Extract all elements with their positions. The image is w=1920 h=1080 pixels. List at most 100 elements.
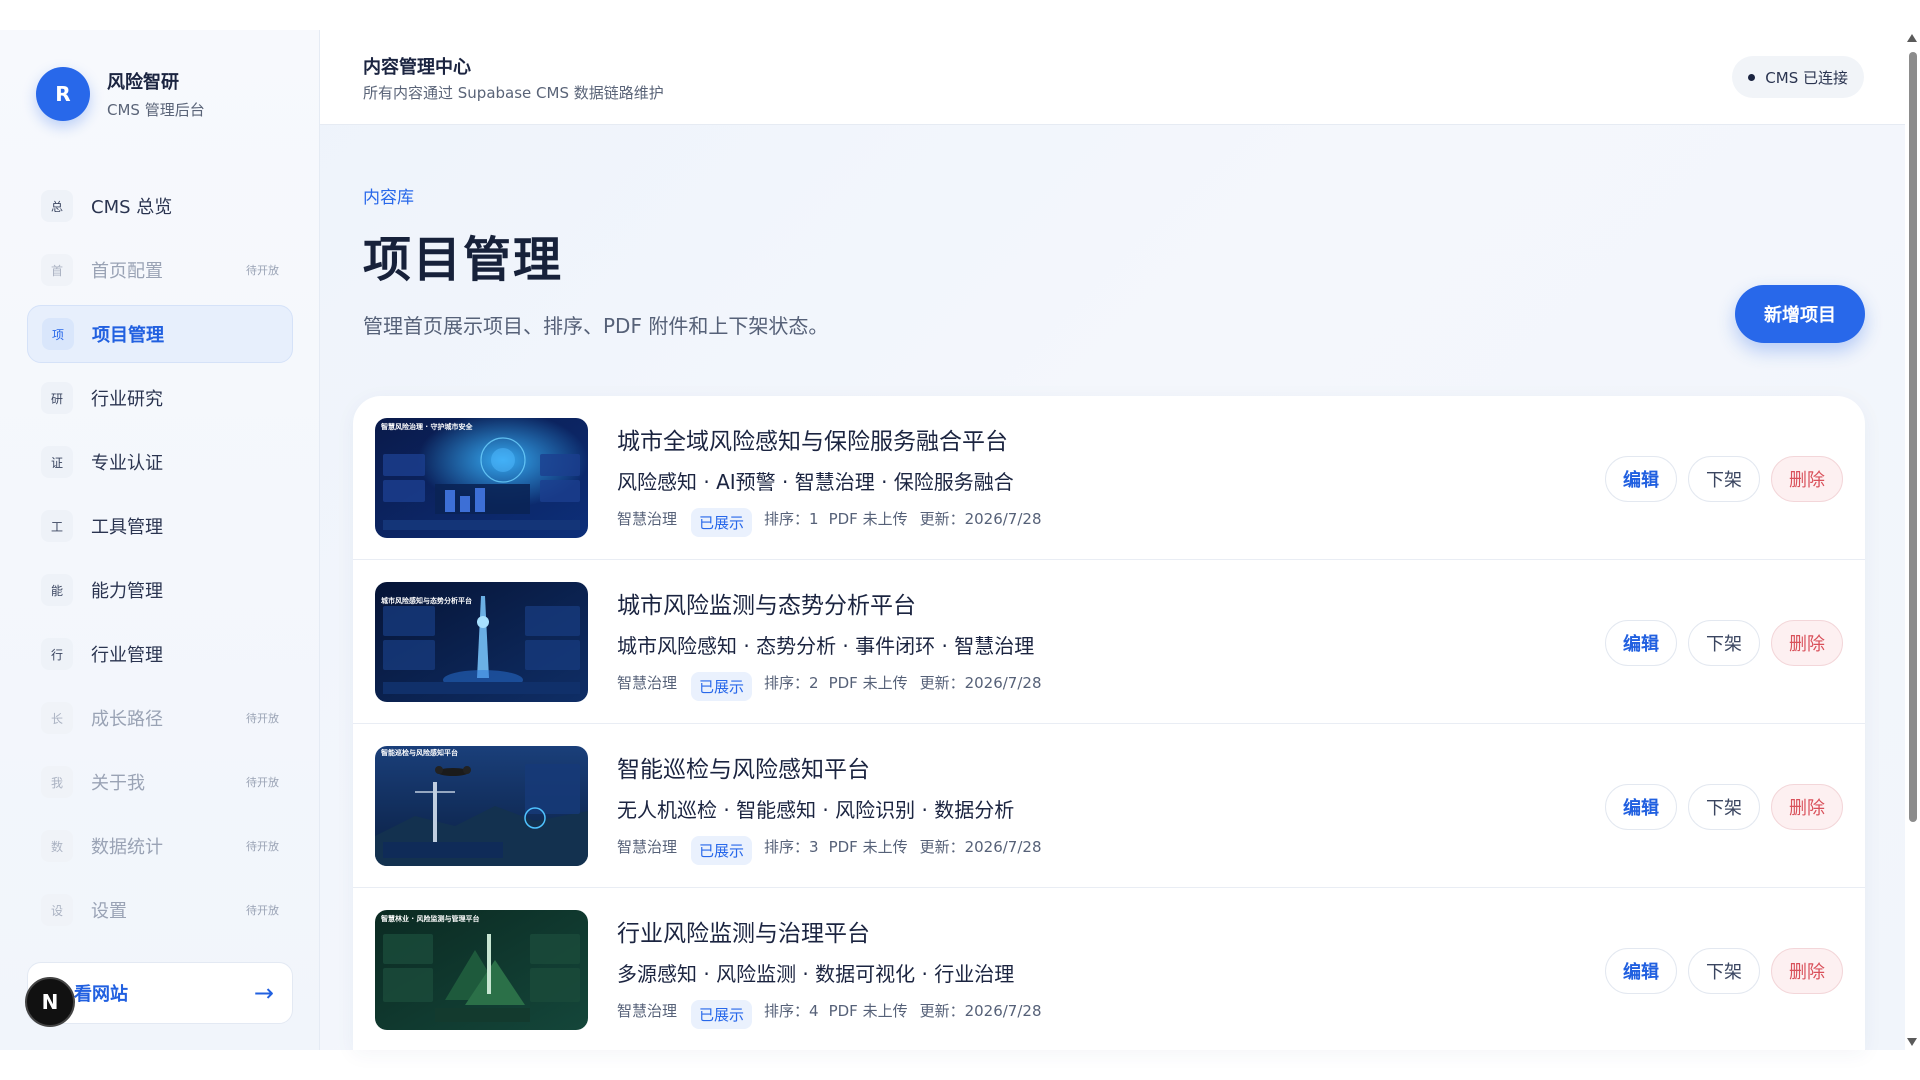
thumbnail-caption: 智慧林业 · 风险监测与管理平台 (381, 915, 480, 923)
project-tags: 多源感知 · 风险监测 · 数据可视化 · 行业治理 (617, 962, 1015, 986)
project-thumbnail: 智能巡检与风险感知平台 (375, 746, 588, 866)
add-project-button[interactable]: 新增项目 (1735, 285, 1865, 343)
thumbnail-caption: 城市风险感知与态势分析平台 (381, 597, 472, 605)
project-row: 智能巡检与风险感知平台 智能巡检与风险感知平台 无人机巡检 · 智能感知 · 风… (353, 724, 1865, 888)
nav-badge: 设 (41, 894, 73, 926)
project-updated: 更新：2026/7/28 (919, 674, 1042, 692)
project-title: 行业风险监测与治理平台 (617, 921, 870, 947)
sidebar-item-growth-path[interactable]: 长 成长路径 待开放 (27, 689, 293, 747)
nav-badge: 研 (41, 382, 73, 414)
row-actions: 编辑 下架 删除 (1594, 620, 1843, 666)
project-thumbnail: 智慧风险治理 · 守护城市安全 (375, 418, 588, 538)
sidebar-item-overview[interactable]: 总 CMS 总览 (27, 177, 293, 235)
delete-button[interactable]: 删除 (1771, 784, 1843, 830)
nav-badge: 长 (41, 702, 73, 734)
project-thumbnail: 智慧林业 · 风险监测与管理平台 (375, 910, 588, 1030)
thumbnail-image (375, 418, 588, 538)
page-title: 项目管理 (363, 232, 564, 288)
scroll-down-arrow-icon[interactable] (1907, 1038, 1917, 1046)
status-badge: 已展示 (691, 1000, 753, 1029)
status-badge: 已展示 (691, 672, 753, 701)
sidebar-item-settings[interactable]: 设 设置 待开放 (27, 881, 293, 939)
project-order: 排序：4 (764, 1002, 819, 1020)
scroll-up-arrow-icon[interactable] (1907, 34, 1917, 42)
project-title: 城市全域风险感知与保险服务融合平台 (617, 429, 1008, 455)
pending-badge: 待开放 (246, 264, 279, 277)
project-row: 智慧林业 · 风险监测与管理平台 行业风险监测与治理平台 多源感知 · 风险监测… (353, 888, 1865, 1050)
nav-badge: 我 (41, 766, 73, 798)
sidebar-item-label: 成长路径 (91, 709, 163, 730)
brand[interactable]: R 风险智研 CMS 管理后台 (36, 67, 205, 121)
offline-button[interactable]: 下架 (1688, 620, 1760, 666)
thumbnail-image (375, 746, 588, 866)
sidebar-item-label: 首页配置 (91, 261, 163, 282)
sidebar-item-label: 工具管理 (91, 517, 163, 538)
sidebar-item-statistics[interactable]: 数 数据统计 待开放 (27, 817, 293, 875)
project-category: 智慧治理 (617, 1002, 678, 1020)
brand-logo: R (36, 67, 90, 121)
delete-button[interactable]: 删除 (1771, 948, 1843, 994)
pending-badge: 待开放 (246, 840, 279, 853)
sidebar-item-label: 数据统计 (91, 837, 163, 858)
sidebar-item-abilities[interactable]: 能 能力管理 (27, 561, 293, 619)
sidebar-item-tools[interactable]: 工 工具管理 (27, 497, 293, 555)
project-order: 排序：1 (764, 510, 819, 528)
sidebar: R 风险智研 CMS 管理后台 总 CMS 总览 首 首页配置 待开放 项 项目… (0, 30, 320, 1050)
project-tags: 城市风险感知 · 态势分析 · 事件闭环 · 智慧治理 (617, 634, 1035, 658)
edit-button[interactable]: 编辑 (1605, 948, 1677, 994)
delete-button[interactable]: 删除 (1771, 620, 1843, 666)
brand-subtitle: CMS 管理后台 (107, 101, 205, 119)
sidebar-item-home-config[interactable]: 首 首页配置 待开放 (27, 241, 293, 299)
edit-button[interactable]: 编辑 (1605, 620, 1677, 666)
project-updated: 更新：2026/7/28 (919, 1002, 1042, 1020)
sidebar-item-industries[interactable]: 行 行业管理 (27, 625, 293, 683)
offline-button[interactable]: 下架 (1688, 456, 1760, 502)
topbar-title: 内容管理中心 (363, 57, 471, 78)
project-tags: 风险感知 · AI预警 · 智慧治理 · 保险服务融合 (617, 470, 1014, 494)
sidebar-item-label: 设置 (91, 901, 127, 922)
project-order: 排序：3 (764, 838, 819, 856)
project-meta: 智慧治理 已展示 排序：3 PDF 未上传 更新：2026/7/28 (617, 828, 1042, 865)
overlay-n-badge[interactable]: N (25, 977, 75, 1027)
scroll-thumb[interactable] (1909, 52, 1917, 822)
edit-button[interactable]: 编辑 (1605, 456, 1677, 502)
sidebar-item-projects[interactable]: 项 项目管理 (27, 305, 293, 363)
project-order: 排序：2 (764, 674, 819, 692)
thumbnail-caption: 智能巡检与风险感知平台 (381, 749, 458, 757)
main-content: 内容管理中心 所有内容通过 Supabase CMS 数据链路维护 CMS 已连… (320, 30, 1908, 1050)
sidebar-item-certification[interactable]: 证 专业认证 (27, 433, 293, 491)
project-pdf-status: PDF 未上传 (828, 510, 908, 528)
project-pdf-status: PDF 未上传 (828, 674, 908, 692)
app-window: R 风险智研 CMS 管理后台 总 CMS 总览 首 首页配置 待开放 项 项目… (0, 30, 1920, 1050)
view-site-label: 看网站 (74, 984, 128, 1005)
offline-button[interactable]: 下架 (1688, 948, 1760, 994)
status-badge: 已展示 (691, 836, 753, 865)
topbar: 内容管理中心 所有内容通过 Supabase CMS 数据链路维护 CMS 已连… (320, 30, 1908, 125)
project-meta: 智慧治理 已展示 排序：2 PDF 未上传 更新：2026/7/28 (617, 664, 1042, 701)
project-pdf-status: PDF 未上传 (828, 838, 908, 856)
project-category: 智慧治理 (617, 510, 678, 528)
offline-button[interactable]: 下架 (1688, 784, 1760, 830)
project-row: 智慧风险治理 · 守护城市安全 城市全域风险感知与保险服务融合平台 风险感知 ·… (353, 396, 1865, 560)
page-scrollbar[interactable] (1905, 30, 1920, 1050)
nav-badge: 首 (41, 254, 73, 286)
sidebar-item-label: CMS 总览 (91, 197, 173, 218)
project-updated: 更新：2026/7/28 (919, 510, 1042, 528)
row-actions: 编辑 下架 删除 (1594, 456, 1843, 502)
edit-button[interactable]: 编辑 (1605, 784, 1677, 830)
project-updated: 更新：2026/7/28 (919, 838, 1042, 856)
sidebar-nav: 总 CMS 总览 首 首页配置 待开放 项 项目管理 研 行业研究 证 专业认证… (27, 177, 293, 945)
connection-status-label: CMS 已连接 (1765, 68, 1848, 87)
sidebar-item-research[interactable]: 研 行业研究 (27, 369, 293, 427)
sidebar-item-about[interactable]: 我 关于我 待开放 (27, 753, 293, 811)
row-actions: 编辑 下架 删除 (1594, 948, 1843, 994)
nav-badge: 能 (41, 574, 73, 606)
delete-button[interactable]: 删除 (1771, 456, 1843, 502)
project-meta: 智慧治理 已展示 排序：1 PDF 未上传 更新：2026/7/28 (617, 500, 1042, 537)
row-actions: 编辑 下架 删除 (1594, 784, 1843, 830)
nav-badge: 项 (42, 318, 74, 350)
nav-badge: 行 (41, 638, 73, 670)
project-pdf-status: PDF 未上传 (828, 1002, 908, 1020)
topbar-subtitle: 所有内容通过 Supabase CMS 数据链路维护 (363, 84, 664, 102)
project-title: 智能巡检与风险感知平台 (617, 757, 870, 783)
